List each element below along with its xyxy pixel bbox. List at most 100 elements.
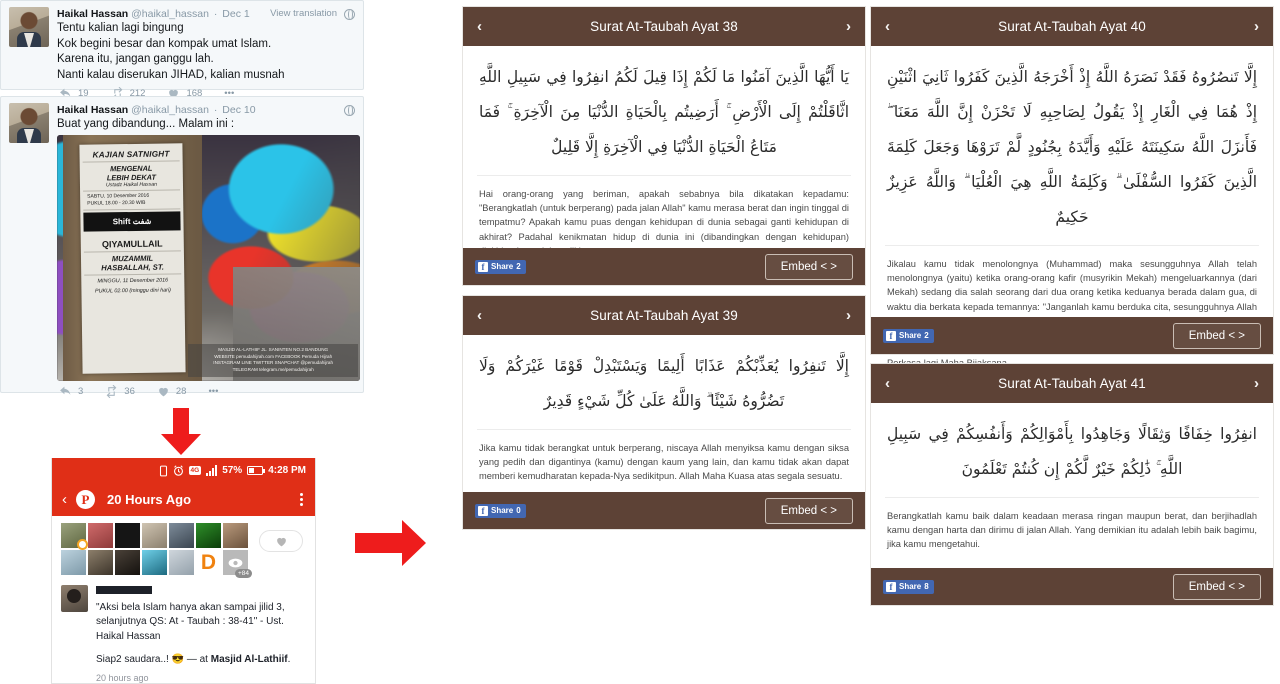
prev-verse-button[interactable]: ‹ — [885, 375, 890, 392]
reaction-avatar-letter[interactable]: D — [196, 550, 221, 575]
post-quote-line: Haikal Hassan — [96, 630, 161, 642]
back-arrow-icon[interactable]: ‹ — [62, 491, 67, 508]
kebab-menu-icon[interactable] — [300, 493, 303, 506]
prev-verse-button[interactable]: ‹ — [477, 18, 482, 35]
retweet-button[interactable]: 36 — [105, 384, 135, 398]
card-title: Surat At-Taubah Ayat 40 — [998, 19, 1146, 34]
card-title: Surat At-Taubah Ayat 38 — [590, 19, 738, 34]
reply-count: 3 — [78, 385, 84, 397]
card-header: ‹ Surat At-Taubah Ayat 41 › — [871, 364, 1273, 403]
verse-arabic-text: إِلَّا تَنصُرُوهُ فَقَدْ نَصَرَهُ اللَّه… — [887, 68, 1257, 226]
next-verse-button[interactable]: › — [1254, 18, 1259, 35]
reaction-avatar[interactable] — [115, 523, 140, 548]
reaction-avatar[interactable] — [142, 523, 167, 548]
tweet-card-1[interactable]: Haikal Hassan @haikal_hassan · Dec 1 Vie… — [0, 0, 364, 100]
avatar[interactable] — [9, 103, 49, 143]
post-location-name[interactable]: Masjid Al-Lathiif — [211, 654, 288, 665]
card-footer: f Share 8 Embed < > — [871, 568, 1273, 605]
verse-card-ayat-41: ‹ Surat At-Taubah Ayat 41 › انفِرُوا خِف… — [870, 363, 1274, 606]
embed-button[interactable]: Embed < > — [764, 253, 853, 280]
tweet-card-2[interactable]: Haikal Hassan @haikal_hassan · Dec 10 Bu… — [0, 96, 364, 398]
tweet-line: Kok begini besar dan kompak umat Islam. — [57, 37, 272, 50]
share-count: 2 — [924, 331, 929, 340]
reaction-avatar[interactable] — [142, 550, 167, 575]
caption-line: MASJID AL-LATHIIF JL. SANINTEN NO.2 BAND… — [218, 347, 329, 353]
next-verse-button[interactable]: › — [1254, 375, 1259, 392]
prev-verse-button[interactable]: ‹ — [885, 18, 890, 35]
alarm-icon — [173, 465, 184, 476]
poster-time-1: PUKUL 18.00 - 20.30 WIB — [87, 200, 146, 207]
reaction-avatar[interactable] — [61, 550, 86, 575]
share-count: 8 — [924, 582, 929, 591]
verse-card-ayat-38: ‹ Surat At-Taubah Ayat 38 › يَا أَيُّهَا… — [462, 6, 866, 286]
reaction-avatar[interactable] — [115, 550, 140, 575]
tweet-date[interactable]: Dec 10 — [222, 104, 255, 116]
reaction-avatar[interactable] — [169, 550, 194, 575]
reply-icon — [59, 385, 72, 398]
verse-card-ayat-39: ‹ Surat At-Taubah Ayat 39 › إِلَّا تَنفِ… — [462, 295, 866, 530]
embed-button[interactable]: Embed < > — [764, 497, 853, 524]
card-footer: f Share 2 Embed < > — [871, 317, 1273, 354]
poster-brand: Shift شفت — [83, 211, 181, 233]
post-author-name-redacted — [96, 586, 152, 594]
more-button[interactable]: ••• — [208, 386, 218, 397]
embed-button[interactable]: Embed < > — [1172, 322, 1261, 349]
post-quote-line: "Aksi bela Islam hanya akan sampai jilid… — [96, 601, 285, 613]
tweet-line: Buat yang dibandung... Malam ini : — [57, 118, 235, 130]
reaction-avatar[interactable] — [169, 523, 194, 548]
reaction-avatar-overflow[interactable]: +84 — [223, 550, 252, 578]
share-label: Share — [899, 582, 922, 591]
phone-nav-bar: ‹ P 20 Hours Ago — [52, 483, 315, 516]
prev-verse-button[interactable]: ‹ — [477, 307, 482, 324]
separator-dot: · — [213, 104, 218, 116]
post-subtext-text: Siap2 saudara..! — [96, 654, 172, 665]
tweet-photo[interactable]: KAJIAN SATNIGHT MENGENAL LEBIH DEKAT Ust… — [57, 134, 360, 381]
tweet-line: Nanti kalau diserukan JIHAD, kalian musn… — [57, 68, 285, 81]
tweet-header: Haikal Hassan @haikal_hassan · Dec 1 Vie… — [57, 7, 355, 21]
facebook-share-button[interactable]: f Share 2 — [883, 328, 934, 343]
arrow-down-annotation — [160, 408, 202, 456]
tweet-author-name[interactable]: Haikal Hassan — [57, 8, 128, 20]
tweet-author-name[interactable]: Haikal Hassan — [57, 104, 128, 116]
path-logo-icon[interactable]: P — [76, 490, 95, 509]
event-poster: KAJIAN SATNIGHT MENGENAL LEBIH DEKAT Ust… — [79, 143, 186, 374]
caption-line: TELEGRAM telegram.me/pemudahijrah — [232, 366, 314, 372]
tweet-date[interactable]: Dec 1 — [222, 8, 249, 20]
facebook-icon: f — [478, 505, 488, 516]
post-author-avatar[interactable] — [61, 585, 88, 612]
clock-time: 4:28 PM — [268, 465, 306, 476]
tweet-line: Karena itu, jangan ganggu lah. — [57, 53, 214, 65]
more-icon: ••• — [208, 385, 219, 397]
signal-bars-icon — [206, 465, 218, 476]
reaction-avatar[interactable] — [61, 523, 88, 550]
love-button[interactable] — [259, 530, 303, 552]
battery-percent: 57% — [222, 465, 243, 476]
like-button[interactable]: 28 — [157, 385, 186, 398]
reply-button[interactable]: 3 — [59, 385, 83, 398]
screenshot-root: Haikal Hassan @haikal_hassan · Dec 1 Vie… — [0, 0, 1280, 684]
reaction-avatar[interactable] — [196, 523, 221, 548]
card-footer: f Share 0 Embed < > — [463, 492, 865, 529]
share-label: Share — [491, 506, 514, 515]
reaction-avatar[interactable] — [88, 523, 113, 548]
post-quote-line: selanjutnya QS: At - Taubah : 38-41" - U… — [96, 616, 284, 627]
reaction-avatar[interactable] — [88, 550, 113, 575]
post-location-dash: — at — [184, 654, 211, 665]
tweet-header: Haikal Hassan @haikal_hassan · Dec 10 — [57, 103, 355, 117]
tweet-author-handle[interactable]: @haikal_hassan — [131, 8, 209, 20]
heart-icon — [157, 385, 170, 398]
reaction-avatar[interactable] — [223, 523, 248, 548]
next-verse-button[interactable]: › — [846, 18, 851, 35]
next-verse-button[interactable]: › — [846, 307, 851, 324]
facebook-share-button[interactable]: f Share 8 — [883, 579, 934, 594]
poster-speaker-1: Ustadz Haikal Hassan — [106, 181, 158, 189]
facebook-share-button[interactable]: f Share 0 — [475, 503, 526, 518]
avatar[interactable] — [9, 7, 49, 47]
view-translation-link[interactable]: View translation — [270, 7, 337, 21]
embed-button[interactable]: Embed < > — [1172, 573, 1261, 600]
facebook-share-button[interactable]: f Share 2 — [475, 259, 526, 274]
verse-translation-text: Berangkatlah kamu baik dalam keadaan mer… — [887, 511, 1257, 550]
reaction-ring-icon — [77, 539, 88, 550]
tweet-author-handle[interactable]: @haikal_hassan — [131, 104, 209, 116]
share-label: Share — [899, 331, 922, 340]
